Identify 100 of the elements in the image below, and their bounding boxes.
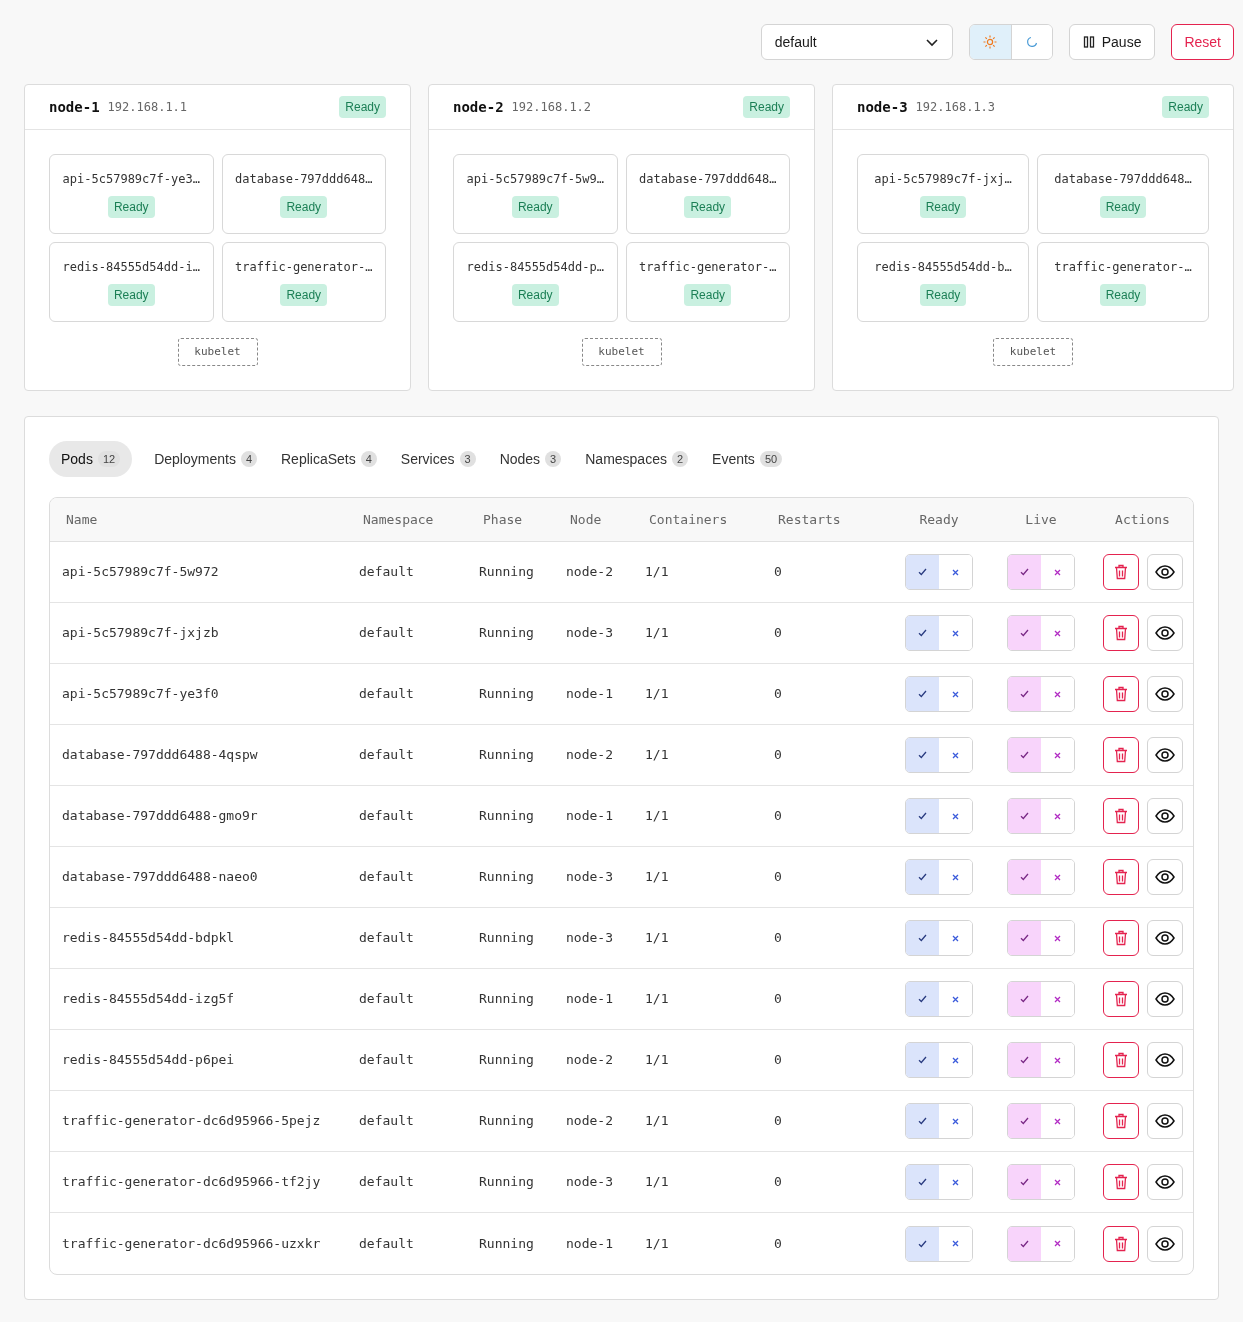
view-button[interactable] [1146,798,1183,834]
pod-card[interactable]: api-5c57989c7f-ye3… Ready [49,154,214,234]
tab[interactable]: Namespaces 2 [583,441,691,477]
table-cell-text: node-1 [566,1234,614,1253]
pod-card[interactable]: traffic-generator-… Ready [221,242,386,322]
ready-toggle[interactable] [905,554,973,590]
live-toggle[interactable] [1007,1225,1075,1262]
x-icon [952,1240,959,1247]
column-header: Actions [1114,510,1171,529]
x-icon [1054,1240,1061,1247]
view-button[interactable] [1146,920,1183,956]
view-button[interactable] [1146,1164,1183,1200]
pod-card[interactable]: database-797ddd648… Ready [625,154,790,234]
live-toggle[interactable] [1007,554,1075,590]
count-badge: 3 [545,451,562,467]
table-row[interactable]: traffic-generator-dc6d95966-uzxkr default Running node-1 1/1 0 [50,1213,1193,1274]
pod-card[interactable]: database-797ddd648… Ready [221,154,386,234]
delete-button[interactable] [1102,798,1139,834]
view-button[interactable] [1146,1103,1183,1139]
pod-card[interactable]: redis-84555d54dd-p… Ready [453,242,618,322]
pod-card[interactable]: redis-84555d54dd-i… Ready [49,242,214,322]
check-icon [1020,1117,1029,1125]
delete-button[interactable] [1102,1042,1139,1078]
table-row[interactable]: redis-84555d54dd-izg5f default Running node-1 1/1 0 [50,969,1193,1030]
delete-button[interactable] [1102,920,1139,956]
table-row[interactable]: api-5c57989c7f-ye3f0 default Running node-1 1/1 0 [50,664,1193,725]
reset-button[interactable]: Reset [1171,24,1234,60]
pause-icon [1082,36,1095,48]
delete-button[interactable] [1102,1103,1139,1139]
ready-toggle[interactable] [905,1225,973,1262]
ready-toggle[interactable] [905,920,973,956]
pod-card[interactable]: traffic-generator-… Ready [625,242,790,322]
delete-button[interactable] [1102,615,1139,651]
check-icon [1020,690,1029,698]
tab[interactable]: Pods 12 [49,441,133,477]
view-button[interactable] [1146,554,1183,590]
tab[interactable]: Events 50 [710,441,785,477]
view-button[interactable] [1146,737,1183,773]
delete-button[interactable] [1102,1164,1139,1200]
tab[interactable]: ReplicaSets 4 [279,441,379,477]
ready-toggle[interactable] [905,1164,973,1200]
live-toggle[interactable] [1007,920,1075,956]
pod-card[interactable]: redis-84555d54dd-b… Ready [857,242,1029,322]
table-row[interactable]: traffic-generator-dc6d95966-tf2jy default Running node-3 1/1 0 [50,1152,1193,1213]
ready-toggle[interactable] [905,676,973,712]
table-row[interactable]: api-5c57989c7f-jxjzb default Running node-3 1/1 0 [50,603,1193,664]
view-button[interactable] [1146,676,1183,712]
view-button[interactable] [1146,1225,1183,1262]
node-name: node-1 [49,97,100,117]
tab[interactable]: Nodes 3 [497,441,564,477]
sun-button[interactable] [969,25,1011,59]
view-button[interactable] [1146,1042,1183,1078]
live-toggle[interactable] [1007,1103,1075,1139]
pod-card[interactable]: traffic-generator-… Ready [1037,242,1209,322]
delete-button[interactable] [1102,676,1139,712]
ready-toggle[interactable] [905,737,973,773]
live-toggle[interactable] [1007,981,1075,1017]
delete-button[interactable] [1102,981,1139,1017]
delete-button[interactable] [1102,1225,1139,1262]
pod-card[interactable]: api-5c57989c7f-jxj… Ready [857,154,1029,234]
table-row[interactable]: database-797ddd6488-naeo0 default Running node-3 1/1 0 [50,847,1193,908]
tab[interactable]: Deployments 4 [152,441,259,477]
live-toggle[interactable] [1007,676,1075,712]
view-button[interactable] [1146,615,1183,651]
pod-card[interactable]: database-797ddd648… Ready [1037,154,1209,234]
ready-toggle[interactable] [905,859,973,895]
live-toggle[interactable] [1007,859,1075,895]
table-row[interactable]: traffic-generator-dc6d95966-5pejz default Running node-2 1/1 0 [50,1091,1193,1152]
table-row[interactable]: redis-84555d54dd-p6pei default Running node-2 1/1 0 [50,1030,1193,1091]
moon-button[interactable] [1010,25,1052,59]
live-toggle[interactable] [1007,1164,1075,1200]
namespace-select[interactable]: default [760,24,953,60]
count-badge: 4 [240,451,257,467]
live-toggle[interactable] [1007,1042,1075,1078]
delete-button[interactable] [1102,859,1139,895]
table-row[interactable]: database-797ddd6488-4qspw default Running node-2 1/1 0 [50,725,1193,786]
ready-toggle[interactable] [905,615,973,651]
view-button[interactable] [1146,859,1183,895]
ready-toggle[interactable] [905,981,973,1017]
trash-icon [1113,747,1128,763]
table-cell-text: Running [479,746,535,765]
live-toggle[interactable] [1007,798,1075,834]
table-cell-text: 0 [774,807,783,826]
pause-button[interactable]: Pause [1068,24,1156,60]
view-button[interactable] [1146,981,1183,1017]
delete-button[interactable] [1102,554,1139,590]
live-toggle[interactable] [1007,615,1075,651]
x-icon [952,934,959,942]
table-row[interactable]: api-5c57989c7f-5w972 default Running node-2 1/1 0 [50,542,1193,603]
tab[interactable]: Services 3 [398,441,478,477]
delete-button[interactable] [1102,737,1139,773]
table-row[interactable]: database-797ddd6488-gmo9r default Running node-1 1/1 0 [50,786,1193,847]
table-row[interactable]: redis-84555d54dd-bdpkl default Running node-3 1/1 0 [50,908,1193,969]
column-header: Containers [649,510,729,529]
live-toggle[interactable] [1007,737,1075,773]
pod-card[interactable]: api-5c57989c7f-5w9… Ready [453,154,618,234]
ready-toggle[interactable] [905,1042,973,1078]
ready-toggle[interactable] [905,798,973,834]
table-cell-text: default [359,1234,415,1253]
ready-toggle[interactable] [905,1103,973,1139]
